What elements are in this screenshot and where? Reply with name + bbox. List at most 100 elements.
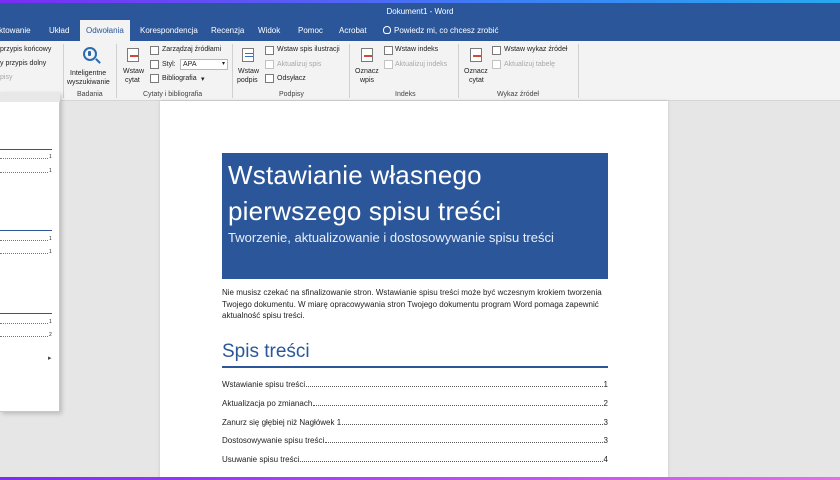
toc-heading[interactable]: Spis treści — [222, 341, 310, 363]
group-label-index: Indeks — [395, 91, 416, 98]
group-separator — [349, 44, 350, 98]
group-label-citations: Cytaty i bibliografia — [143, 91, 203, 98]
toc-preview-line — [0, 323, 48, 324]
style-icon — [150, 60, 159, 69]
toc-preview-line — [0, 158, 48, 159]
intro-paragraph[interactable]: Nie musisz czekać na sfinalizowanie stro… — [222, 287, 610, 322]
group-separator — [232, 44, 233, 98]
tell-me-search[interactable]: Powiedz mi, co chcesz zrobić — [383, 20, 498, 41]
update-table-icon — [265, 60, 274, 69]
tab-review[interactable]: Recenzja — [211, 20, 244, 41]
toc-preview-rule — [0, 313, 52, 314]
insert-caption-button-line2[interactable]: podpis — [237, 77, 258, 84]
toc-preview-rule — [0, 230, 52, 231]
toc-entry-text: Dostosowywanie spisu treści — [222, 436, 325, 445]
smart-lookup-button[interactable]: Inteligentne — [70, 70, 106, 77]
mark-citation-icon — [470, 48, 482, 62]
toc-leader-dots — [306, 380, 603, 387]
toc-entry-page: 3 — [603, 418, 608, 427]
tab-layout[interactable]: Układ — [49, 20, 69, 41]
table-of-figures-icon — [265, 46, 274, 55]
update-index-icon — [384, 60, 393, 69]
update-index-button[interactable]: Aktualizuj indeks — [395, 61, 447, 68]
toc-entry[interactable]: Zanurz się głębiej niż Nagłówek 1 3 — [222, 418, 608, 430]
toc-entry-text: Aktualizacja po zmianach — [222, 399, 313, 408]
cover-subtitle[interactable]: Tworzenie, aktualizowanie i dostosowywan… — [228, 229, 602, 247]
tab-help[interactable]: Pomoc — [298, 20, 323, 41]
insert-caption-icon — [242, 48, 254, 62]
toc-leader-dots — [300, 455, 603, 462]
toc-preview-line — [0, 240, 48, 241]
toc-entry-page: 3 — [603, 436, 608, 445]
toc-entry-text: Usuwanie spisu treści — [222, 455, 300, 464]
toc-entry-text: Wstawianie spisu treści — [222, 380, 306, 389]
toc-gallery-panel[interactable]: 1 1 1 1 1 2 ▸ — [0, 92, 60, 412]
cross-reference-button[interactable]: Odsyłacz — [277, 75, 306, 82]
toc-entry-page: 2 — [603, 399, 608, 408]
cover-title[interactable]: Wstawianie własnego pierwszego spisu tre… — [228, 157, 602, 229]
window-title: Dokument1 - Word — [0, 3, 840, 20]
toc-preview-number: 1 — [49, 319, 52, 325]
toc-preview-line — [0, 172, 48, 173]
tab-references[interactable]: Odwołania — [80, 20, 130, 41]
insert-citation-button[interactable]: Wstaw — [123, 68, 144, 75]
chevron-right-icon[interactable]: ▸ — [48, 354, 52, 362]
update-table-button[interactable]: Aktualizuj spis — [277, 61, 321, 68]
smart-lookup-button-line2[interactable]: wyszukiwanie — [67, 79, 110, 86]
smart-lookup-icon — [83, 47, 97, 61]
ribbon-tabs: ktowanie Układ Odwołania Korespondencja … — [0, 20, 840, 41]
toc-preview-number: 1 — [49, 168, 52, 174]
toc-leader-dots — [313, 399, 603, 406]
document-page[interactable]: Wstawianie własnego pierwszego spisu tre… — [160, 101, 668, 480]
bibliography-dropdown-icon[interactable]: ▾ — [201, 75, 205, 83]
bibliography-button[interactable]: Bibliografia — [162, 75, 197, 82]
manage-sources-icon — [150, 46, 159, 55]
chevron-down-icon: ▾ — [221, 61, 225, 67]
toc-preview-number: 1 — [49, 249, 52, 255]
tab-acrobat[interactable]: Acrobat — [339, 20, 367, 41]
mark-entry-button[interactable]: Oznacz — [355, 68, 379, 75]
tab-formatting[interactable]: ktowanie — [0, 20, 31, 41]
insert-table-of-figures-button[interactable]: Wstaw spis ilustracji — [277, 46, 340, 53]
tab-mailings[interactable]: Korespondencja — [140, 20, 198, 41]
toc-leader-dots — [325, 436, 603, 443]
toc-entry[interactable]: Usuwanie spisu treści 4 — [222, 455, 608, 467]
insert-caption-button[interactable]: Wstaw — [238, 68, 259, 75]
panel-header-strip — [0, 92, 60, 102]
toc-preview-number: 2 — [49, 332, 52, 338]
tab-view[interactable]: Widok — [258, 20, 280, 41]
toc-preview-line — [0, 336, 48, 337]
toc-entry[interactable]: Aktualizacja po zmianach 2 — [222, 399, 608, 411]
group-separator — [458, 44, 459, 98]
insert-table-of-authorities-button[interactable]: Wstaw wykaz źródeł — [504, 46, 567, 53]
update-table-of-authorities-button[interactable]: Aktualizuj tabelę — [504, 61, 555, 68]
show-notes-button[interactable]: pisy — [0, 74, 12, 81]
insert-index-button[interactable]: Wstaw indeks — [395, 46, 438, 53]
cover-block: Wstawianie własnego pierwszego spisu tre… — [222, 153, 608, 279]
toc-preview-line — [0, 253, 48, 254]
group-separator — [63, 44, 64, 98]
manage-sources-button[interactable]: Zarządzaj źródłami — [162, 46, 221, 53]
insert-endnote-button[interactable]: przypis końcowy — [0, 46, 51, 53]
toc-entry-page: 4 — [603, 455, 608, 464]
toc-entry[interactable]: Dostosowywanie spisu treści 3 — [222, 436, 608, 448]
bibliography-icon — [150, 74, 159, 83]
toc-preview-rule — [0, 149, 52, 150]
mark-citation-button-line2[interactable]: cytat — [469, 77, 484, 84]
mark-entry-button-line2[interactable]: wpis — [360, 77, 374, 84]
style-label: Styl: — [162, 61, 176, 68]
group-separator — [116, 44, 117, 98]
group-label-research: Badania — [77, 91, 103, 98]
insert-citation-icon — [127, 48, 139, 62]
toc-entry[interactable]: Wstawianie spisu treści 1 — [222, 380, 608, 392]
lightbulb-icon — [383, 26, 391, 34]
toc-preview-number: 1 — [49, 154, 52, 160]
mark-entry-icon — [361, 48, 373, 62]
insert-citation-button-line2[interactable]: cytat — [125, 77, 140, 84]
next-footnote-button[interactable]: y przypis dolny — [0, 60, 46, 67]
insert-table-of-authorities-icon — [492, 46, 501, 55]
toc-preview-number: 1 — [49, 236, 52, 242]
update-table-of-authorities-icon — [492, 60, 501, 69]
mark-citation-button[interactable]: Oznacz — [464, 68, 488, 75]
citation-style-select[interactable]: APA ▾ — [180, 59, 228, 70]
